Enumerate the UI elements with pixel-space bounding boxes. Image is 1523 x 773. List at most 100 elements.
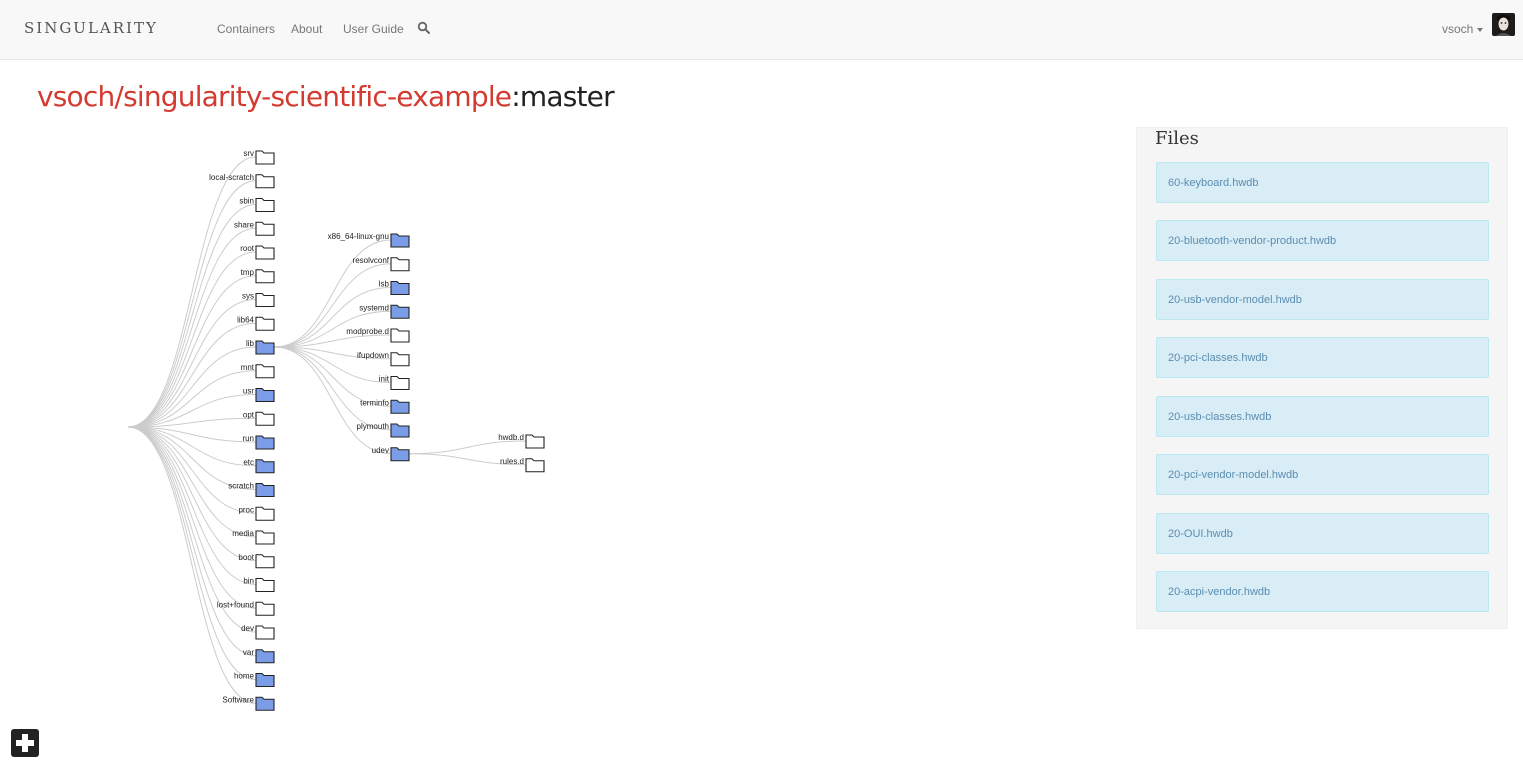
tree-nodes: srv local-scratch sbin share root tmp sys lib64… [209, 149, 545, 711]
tree-node-label: modprobe.d [346, 327, 389, 336]
tree-node[interactable]: root [240, 244, 275, 260]
folder-icon [255, 459, 275, 474]
folder-icon [255, 649, 275, 664]
tree-node[interactable]: usr [243, 387, 275, 403]
tree-node-label: share [234, 220, 255, 229]
tree-node-label: srv [243, 149, 254, 158]
files-title: Files [1155, 128, 1199, 149]
tree-node[interactable]: run [242, 434, 275, 450]
folder-icon [390, 447, 410, 462]
tree-node[interactable]: srv [243, 149, 275, 165]
caret-down-icon [1477, 27, 1484, 32]
tree-node-label: dev [241, 624, 254, 633]
tree-link [127, 426, 257, 657]
tree-node-label: mnt [241, 363, 255, 372]
folder-icon [255, 696, 275, 711]
tree-node-label: resolvconf [353, 256, 390, 265]
folder-icon [390, 352, 410, 367]
tree-node[interactable]: tmp [241, 268, 275, 284]
folder-icon [390, 423, 410, 438]
tree-node[interactable]: lsb [379, 280, 410, 296]
tree-node[interactable]: modprobe.d [346, 327, 410, 343]
tree-node[interactable]: init [379, 375, 410, 391]
tree-node[interactable]: media [232, 529, 275, 545]
avatar-image [1492, 13, 1515, 36]
folder-icon [255, 269, 275, 284]
user-menu[interactable]: vsoch [1442, 22, 1484, 36]
tree-node[interactable]: sbin [239, 197, 275, 213]
tree-link [127, 251, 257, 428]
container-name[interactable]: vsoch/singularity-scientific-example [37, 80, 512, 113]
tree-node-label: media [232, 529, 254, 538]
tree-link [273, 287, 392, 348]
tree-node[interactable]: resolvconf [353, 256, 410, 272]
folder-icon [390, 280, 410, 296]
tree-link [408, 440, 527, 455]
tree-node[interactable]: bin [243, 577, 275, 593]
tree-node[interactable]: home [234, 672, 275, 688]
tree-node[interactable]: etc [243, 458, 275, 474]
tree-node-label: sbin [239, 197, 254, 206]
file-item[interactable]: 60-keyboard.hwdb [1156, 162, 1489, 203]
file-item[interactable]: 20-OUI.hwdb [1156, 513, 1489, 554]
tree-node[interactable]: rules.d [500, 457, 545, 473]
tree-link [127, 426, 257, 609]
tree-node[interactable]: dev [241, 624, 275, 640]
folder-icon [255, 364, 275, 379]
folder-icon [525, 458, 545, 473]
tree-node[interactable]: mnt [241, 363, 275, 379]
tree-node[interactable]: lib [246, 339, 275, 355]
avatar[interactable] [1492, 13, 1515, 36]
file-item[interactable]: 20-pci-classes.hwdb [1156, 337, 1489, 378]
tree-node[interactable]: plymouth [357, 422, 410, 438]
tree-node[interactable]: Software [222, 695, 275, 711]
folder-icon [255, 340, 275, 355]
tree-node[interactable]: sys [242, 292, 275, 308]
file-item[interactable]: 20-usb-classes.hwdb [1156, 396, 1489, 437]
search-icon[interactable] [417, 21, 431, 35]
add-button[interactable] [11, 729, 39, 757]
nav-link-user-guide[interactable]: User Guide [343, 22, 404, 36]
file-item[interactable]: 20-pci-vendor-model.hwdb [1156, 454, 1489, 495]
file-item[interactable]: 20-bluetooth-vendor-product.hwdb [1156, 220, 1489, 261]
tree-node[interactable]: boot [238, 553, 275, 569]
tree-node-label: x86_64-linux-gnu [328, 232, 389, 241]
tree-node[interactable]: hwdb.d [498, 433, 545, 449]
nav-link-about[interactable]: About [291, 22, 322, 36]
folder-icon [255, 482, 275, 498]
file-item[interactable]: 20-acpi-vendor.hwdb [1156, 571, 1489, 612]
tree-node[interactable]: x86_64-linux-gnu [328, 232, 410, 248]
tree-node[interactable]: var [243, 648, 275, 664]
tree-node-label: init [379, 375, 390, 384]
tree-node[interactable]: ifupdown [357, 351, 410, 367]
tree-node[interactable]: scratch [228, 482, 275, 498]
file-item[interactable]: 20-usb-vendor-model.hwdb [1156, 279, 1489, 320]
tree-node[interactable]: opt [243, 410, 275, 426]
tree-link [127, 275, 257, 428]
folder-icon [255, 150, 275, 165]
tree-node-label: lib64 [237, 315, 254, 324]
tree-node[interactable]: proc [238, 505, 275, 521]
tree-node[interactable]: systemd [359, 303, 410, 319]
tree-node-label: lost+found [217, 600, 254, 609]
tree-node-label: root [240, 244, 255, 253]
title-separator: : [511, 80, 520, 113]
tree-node-label: opt [243, 410, 255, 419]
tree-node[interactable]: lib64 [237, 315, 275, 331]
folder-icon [255, 530, 275, 545]
brand-logo[interactable]: SINGULARITY [24, 19, 158, 37]
tree-link [127, 346, 257, 428]
tree-node-label: proc [238, 505, 254, 514]
tree-node-label: lsb [379, 280, 390, 289]
folder-icon [255, 245, 275, 260]
folder-icon [255, 197, 275, 213]
nav-link-containers[interactable]: Containers [217, 22, 275, 36]
folder-icon [255, 601, 275, 616]
tree-node-label: lib [246, 339, 255, 348]
folder-icon [255, 174, 275, 189]
folder-icon [525, 434, 545, 449]
tree-node[interactable]: terminfo [360, 398, 410, 414]
folder-icon [255, 506, 275, 521]
container-tag: master [519, 80, 615, 113]
folder-icon [390, 328, 410, 343]
